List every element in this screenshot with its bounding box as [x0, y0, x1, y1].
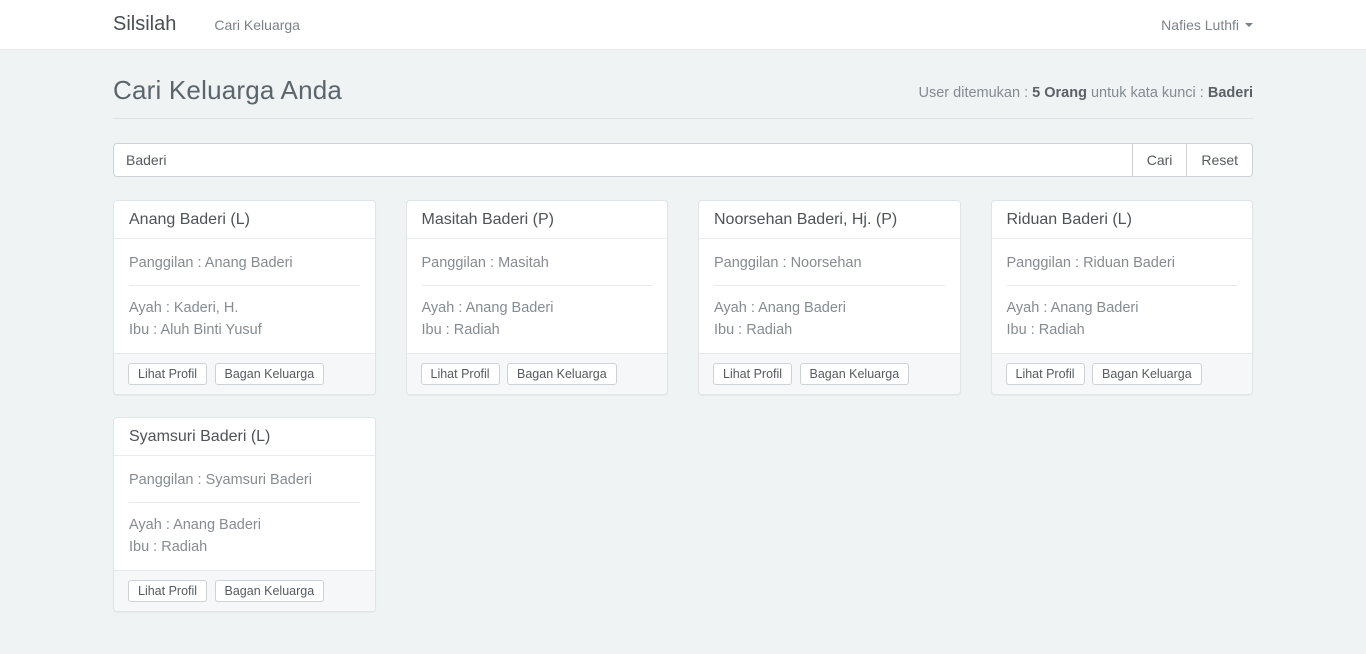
brand-link[interactable]: Silsilah [113, 13, 176, 36]
ibu-text: Ibu : Radiah [1007, 319, 1238, 341]
bagan-keluarga-button[interactable]: Bagan Keluarga [800, 363, 910, 385]
person-name: Masitah Baderi (P) [407, 201, 668, 239]
body-divider [422, 285, 653, 286]
person-details: Panggilan : Masitah Ayah : Anang Baderi … [407, 239, 668, 353]
person-name: Syamsuri Baderi (L) [114, 418, 375, 456]
cari-button[interactable]: Cari [1132, 143, 1188, 177]
card-footer: Lihat Profil Bagan Keluarga [992, 353, 1253, 394]
person-cards-grid: Anang Baderi (L) Panggilan : Anang Bader… [113, 200, 1253, 612]
ayah-text: Ayah : Anang Baderi [1007, 297, 1238, 319]
lihat-profil-button[interactable]: Lihat Profil [1006, 363, 1085, 385]
ayah-text: Ayah : Anang Baderi [714, 297, 945, 319]
page-header: Cari Keluarga Anda User ditemukan : 5 Or… [113, 50, 1253, 119]
user-dropdown[interactable]: Nafies Luthfi [1161, 17, 1253, 33]
bagan-keluarga-button[interactable]: Bagan Keluarga [1092, 363, 1202, 385]
panggilan-text: Panggilan : Noorsehan [714, 253, 945, 274]
person-name: Noorsehan Baderi, Hj. (P) [699, 201, 960, 239]
ayah-text: Ayah : Anang Baderi [422, 297, 653, 319]
person-card: Noorsehan Baderi, Hj. (P) Panggilan : No… [698, 200, 961, 395]
reset-button[interactable]: Reset [1186, 143, 1253, 177]
result-middle: untuk kata kunci : [1087, 85, 1208, 101]
ibu-text: Ibu : Aluh Binti Yusuf [129, 319, 360, 341]
person-details: Panggilan : Anang Baderi Ayah : Kaderi, … [114, 239, 375, 353]
card-footer: Lihat Profil Bagan Keluarga [114, 353, 375, 394]
lihat-profil-button[interactable]: Lihat Profil [421, 363, 500, 385]
body-divider [1007, 285, 1238, 286]
page-title: Cari Keluarga Anda [113, 75, 342, 106]
search-input[interactable] [113, 143, 1133, 177]
panggilan-text: Panggilan : Anang Baderi [129, 253, 360, 274]
lihat-profil-button[interactable]: Lihat Profil [128, 363, 207, 385]
ayah-text: Ayah : Anang Baderi [129, 514, 360, 536]
body-divider [129, 285, 360, 286]
body-divider [129, 502, 360, 503]
user-name: Nafies Luthfi [1161, 17, 1239, 33]
result-summary: User ditemukan : 5 Orang untuk kata kunc… [919, 85, 1253, 106]
ibu-text: Ibu : Radiah [422, 319, 653, 341]
person-details: Panggilan : Riduan Baderi Ayah : Anang B… [992, 239, 1253, 353]
panggilan-text: Panggilan : Riduan Baderi [1007, 253, 1238, 274]
person-card: Syamsuri Baderi (L) Panggilan : Syamsuri… [113, 417, 376, 612]
panggilan-text: Panggilan : Syamsuri Baderi [129, 470, 360, 491]
bagan-keluarga-button[interactable]: Bagan Keluarga [215, 580, 325, 602]
person-card: Masitah Baderi (P) Panggilan : Masitah A… [406, 200, 669, 395]
person-details: Panggilan : Syamsuri Baderi Ayah : Anang… [114, 456, 375, 570]
lihat-profil-button[interactable]: Lihat Profil [713, 363, 792, 385]
person-name: Anang Baderi (L) [114, 201, 375, 239]
person-name: Riduan Baderi (L) [992, 201, 1253, 239]
person-details: Panggilan : Noorsehan Ayah : Anang Bader… [699, 239, 960, 353]
ibu-text: Ibu : Radiah [714, 319, 945, 341]
ibu-text: Ibu : Radiah [129, 536, 360, 558]
body-divider [714, 285, 945, 286]
panggilan-text: Panggilan : Masitah [422, 253, 653, 274]
person-card: Riduan Baderi (L) Panggilan : Riduan Bad… [991, 200, 1254, 395]
card-footer: Lihat Profil Bagan Keluarga [114, 570, 375, 611]
page-main: Cari Keluarga Anda User ditemukan : 5 Or… [0, 50, 1366, 612]
ayah-text: Ayah : Kaderi, H. [129, 297, 360, 319]
card-footer: Lihat Profil Bagan Keluarga [699, 353, 960, 394]
result-count: 5 Orang [1032, 85, 1087, 101]
lihat-profil-button[interactable]: Lihat Profil [128, 580, 207, 602]
person-card: Anang Baderi (L) Panggilan : Anang Bader… [113, 200, 376, 395]
card-footer: Lihat Profil Bagan Keluarga [407, 353, 668, 394]
caret-down-icon [1245, 23, 1253, 27]
bagan-keluarga-button[interactable]: Bagan Keluarga [215, 363, 325, 385]
result-prefix: User ditemukan : [919, 85, 1033, 101]
nav-item-cari-keluarga[interactable]: Cari Keluarga [214, 17, 300, 33]
top-navbar: Silsilah Cari Keluarga Nafies Luthfi [0, 0, 1366, 50]
bagan-keluarga-button[interactable]: Bagan Keluarga [507, 363, 617, 385]
result-keyword: Baderi [1208, 85, 1253, 101]
search-group: Cari Reset [113, 143, 1253, 177]
